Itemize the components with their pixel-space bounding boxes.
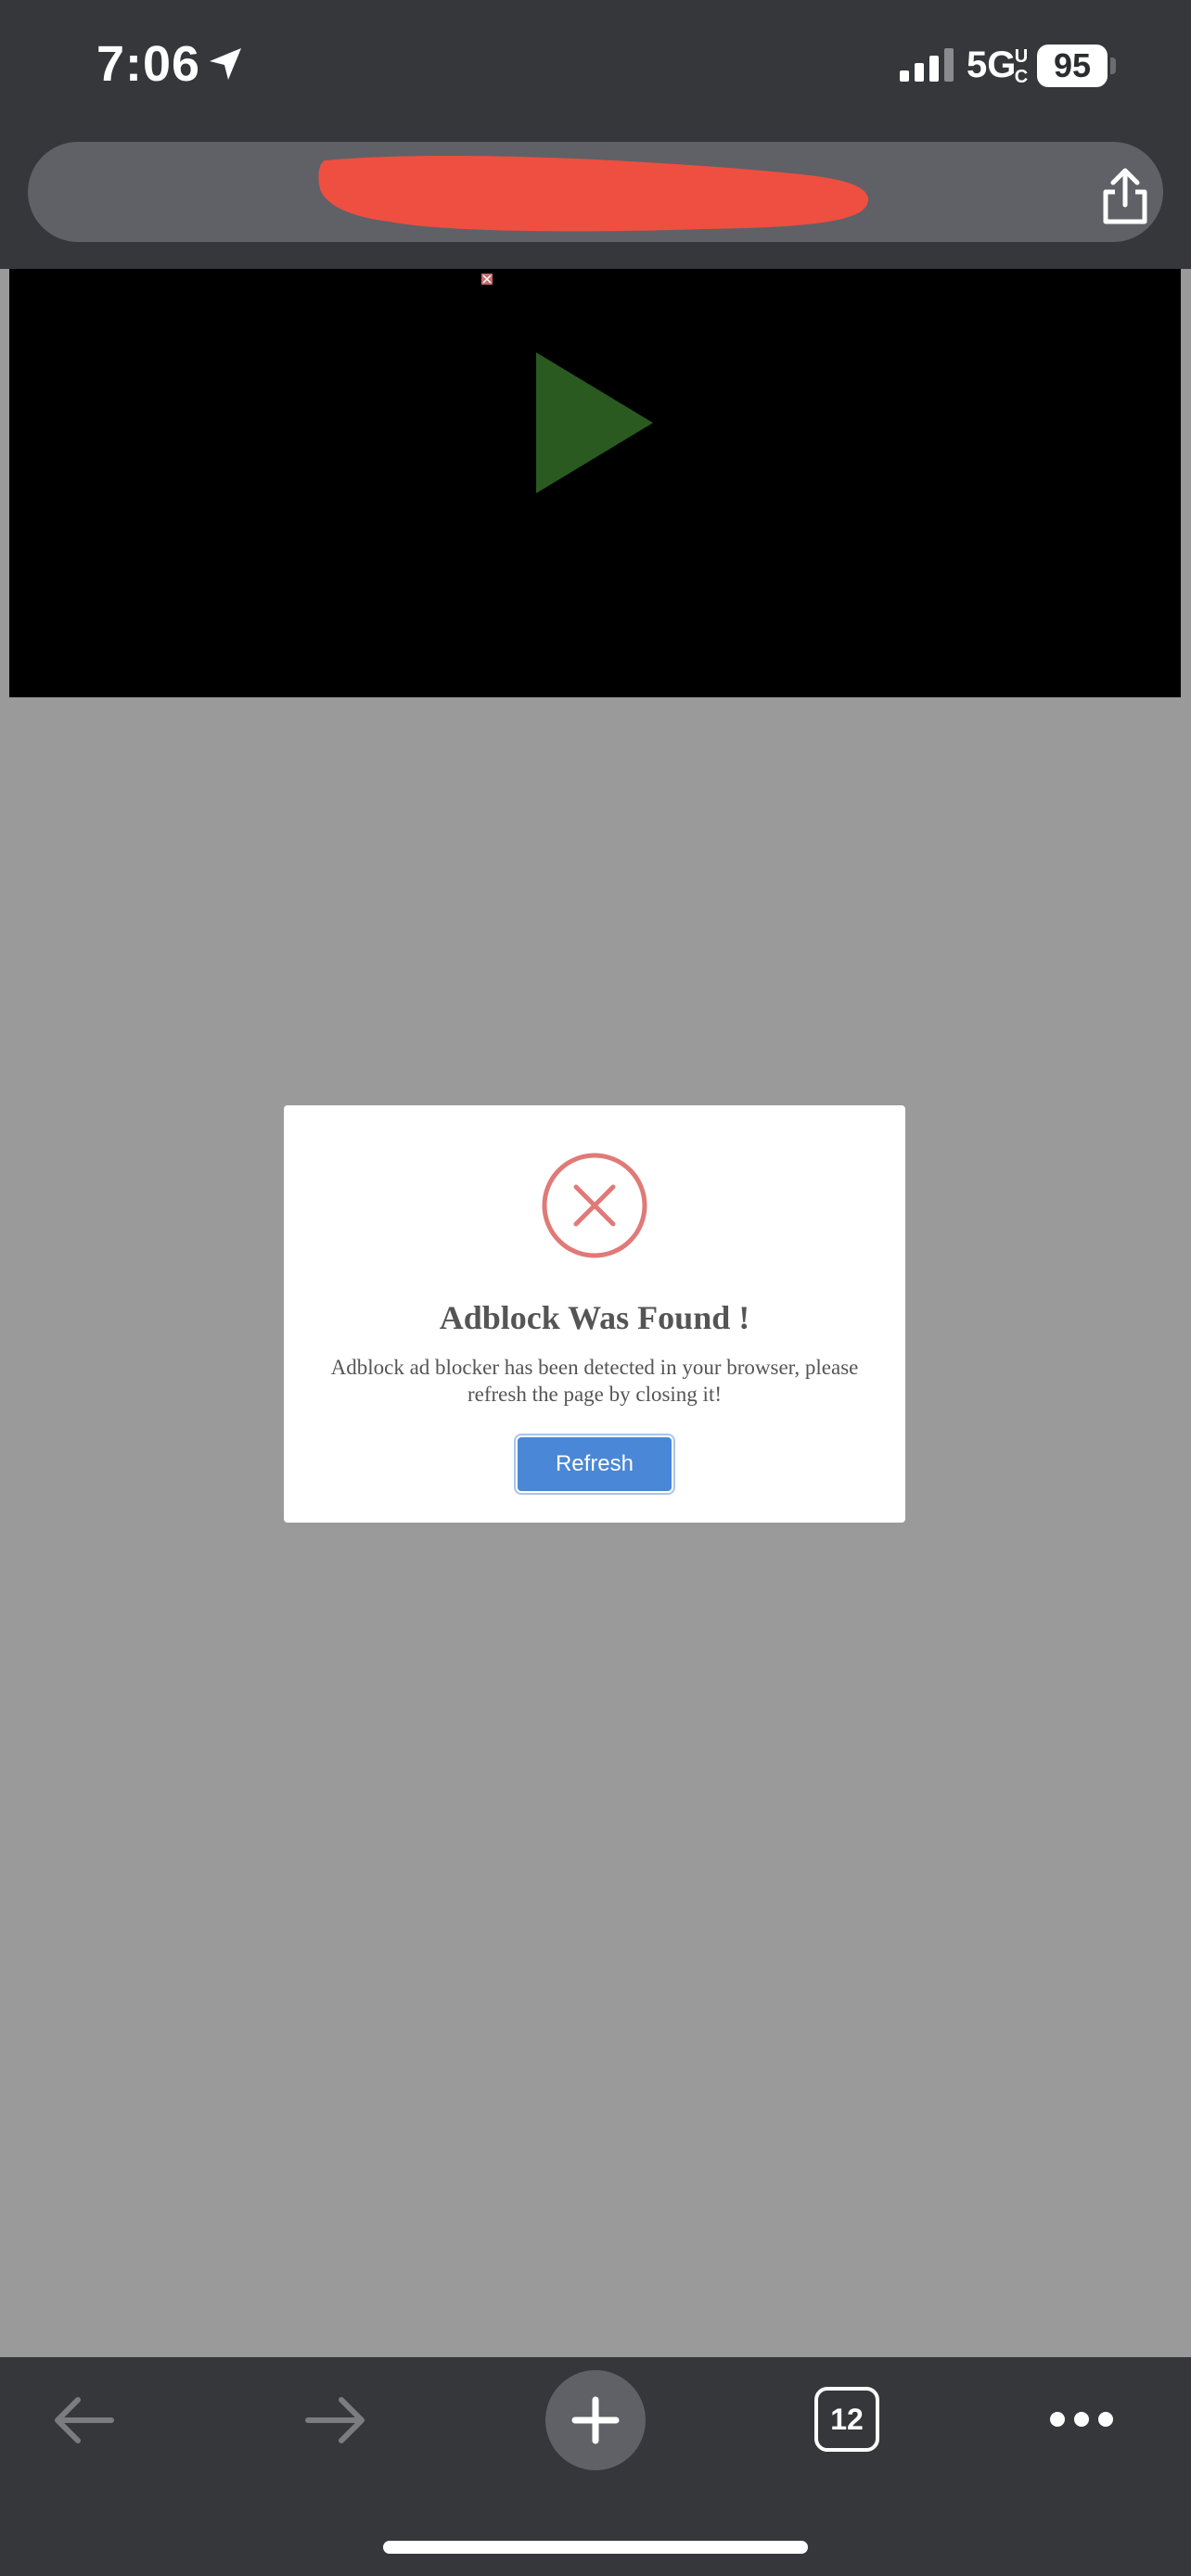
status-bar: 7:06 5G UC 95 [0,0,1191,134]
browser-address-bar-area [0,134,1191,269]
new-tab-button[interactable] [545,2370,646,2470]
more-options-icon[interactable] [1048,2409,1115,2429]
adblock-dialog: Adblock Was Found ! Adblock ad blocker h… [284,1105,905,1523]
battery-tip [1110,57,1116,74]
plus-icon [571,2396,620,2444]
battery-level: 95 [1037,45,1108,87]
status-time: 7:06 [96,36,201,92]
share-icon[interactable] [1093,164,1158,229]
dialog-title: Adblock Was Found ! [439,1299,750,1336]
error-circle-x-icon [542,1153,647,1258]
location-arrow-icon [210,48,241,80]
broken-image-icon [481,274,493,285]
address-bar[interactable] [28,142,1163,242]
network-suffix-text: UC [1011,46,1031,87]
tab-switcher-button[interactable]: 12 [814,2387,879,2452]
play-icon[interactable] [532,349,662,497]
video-player[interactable] [9,269,1181,697]
back-arrow-icon[interactable] [50,2394,117,2446]
home-indicator [383,2541,808,2554]
network-type: 5G [967,45,1017,85]
redaction-scribble [318,156,869,232]
network-type-suffix: UC [1011,46,1031,90]
dialog-message: Adblock ad blocker has been detected in … [330,1356,859,1406]
forward-arrow-icon[interactable] [302,2394,369,2446]
refresh-button[interactable]: Refresh [514,1434,675,1495]
browser-toolbar: 12 [0,2357,1191,2576]
cellular-signal-icon [900,48,954,82]
